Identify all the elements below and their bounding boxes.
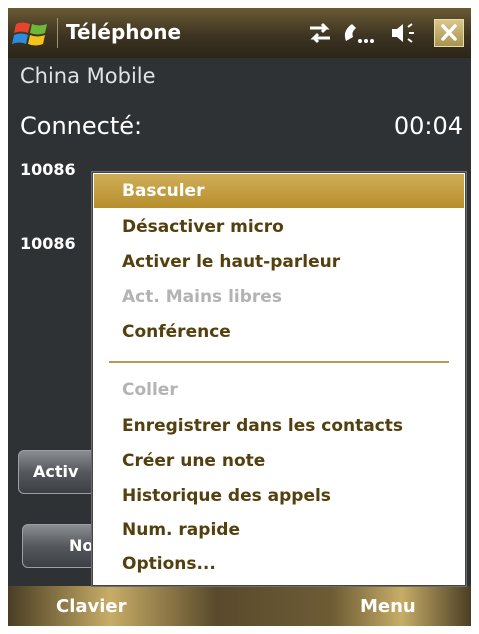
menu-item-label: Historique des appels xyxy=(122,486,331,506)
menu-item-label: Activer le haut-parleur xyxy=(122,252,341,272)
menu-item-label: Num. rapide xyxy=(122,520,240,540)
call-line-number: 10086 xyxy=(20,160,76,179)
menu-item-speed-dial[interactable]: Num. rapide xyxy=(94,513,464,547)
activate-button-label: Activ xyxy=(33,462,79,481)
menu-item-label: Créer une note xyxy=(122,451,266,471)
call-line-number: 10086 xyxy=(20,234,76,253)
menu-item-label: Désactiver micro xyxy=(122,217,284,237)
phone-screen: Téléphone China Mobile Connecté: 00:04 1… xyxy=(8,8,471,626)
call-timer: 00:04 xyxy=(393,112,463,140)
menu-item-options[interactable]: Options... xyxy=(94,547,464,581)
app-title: Téléphone xyxy=(66,20,182,44)
menu-item-label: Options... xyxy=(122,554,216,574)
softkey-bar: Clavier Menu xyxy=(8,586,471,626)
title-bar: Téléphone xyxy=(8,8,471,58)
speaker-volume-icon[interactable] xyxy=(392,23,414,43)
menu-item-label: Enregistrer dans les contacts xyxy=(122,416,404,436)
menu-item-conference[interactable]: Conférence xyxy=(94,315,464,349)
windows-start-icon[interactable] xyxy=(12,18,52,50)
title-separator xyxy=(57,18,58,48)
softkey-keypad[interactable]: Clavier xyxy=(56,596,127,617)
menu-item-label: Conférence xyxy=(122,322,231,342)
menu-item-paste: Coller xyxy=(94,373,464,407)
menu-item-save-contact[interactable]: Enregistrer dans les contacts xyxy=(94,409,464,443)
close-button[interactable] xyxy=(434,19,464,47)
no-button-label: No xyxy=(69,536,94,555)
softkey-menu[interactable]: Menu xyxy=(360,596,416,617)
carrier-name: China Mobile xyxy=(20,64,156,88)
menu-separator xyxy=(109,361,449,363)
menu-item-create-note[interactable]: Créer une note xyxy=(94,444,464,478)
context-menu: Basculer Désactiver micro Activer le hau… xyxy=(92,172,466,586)
menu-item-speakerphone[interactable]: Activer le haut-parleur xyxy=(94,245,464,279)
call-status: Connecté: xyxy=(20,112,143,140)
menu-item-label: Coller xyxy=(122,380,178,400)
menu-item-mute[interactable]: Désactiver micro xyxy=(94,210,464,244)
menu-item-call-history[interactable]: Historique des appels xyxy=(94,479,464,513)
menu-item-basculer[interactable]: Basculer xyxy=(94,174,464,208)
status-icons xyxy=(310,22,414,44)
menu-item-label: Basculer xyxy=(122,181,205,201)
menu-item-label: Act. Mains libres xyxy=(122,287,282,307)
connectivity-arrows-icon[interactable] xyxy=(310,22,330,44)
close-icon xyxy=(441,24,457,41)
call-active-icon[interactable] xyxy=(344,24,374,43)
menu-item-handsfree: Act. Mains libres xyxy=(94,280,464,314)
